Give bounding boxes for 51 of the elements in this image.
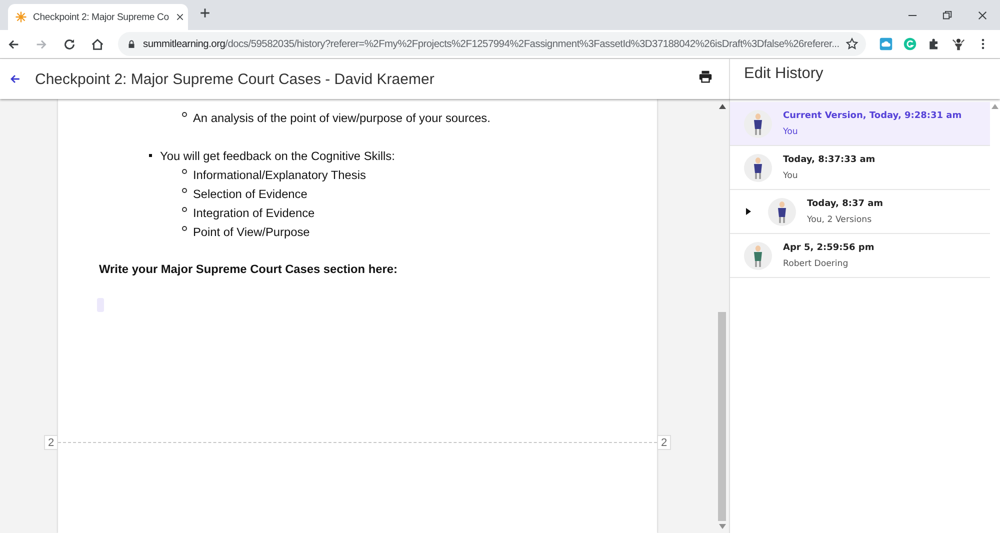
version-time: Apr 5, 2:59:56 pm [783, 242, 874, 252]
version-author: You, 2 Versions [807, 214, 873, 224]
version-author: You [783, 170, 799, 180]
expand-caret-icon[interactable] [746, 208, 751, 215]
bullet-icon [182, 169, 187, 174]
version-item[interactable]: Current Version, Today, 9:28:31 am You [730, 102, 990, 146]
bullet-icon [149, 154, 152, 157]
print-icon[interactable] [698, 69, 713, 84]
version-author: Robert Doering [783, 258, 850, 268]
profile-figure-icon[interactable] [951, 36, 966, 52]
person-avatar-icon [744, 242, 772, 270]
section-heading: Write your Major Supreme Court Cases section here: [99, 262, 398, 276]
person-avatar-icon [768, 198, 796, 226]
version-author: You [783, 126, 799, 136]
version-time: Current Version, Today, 9:28:31 am [783, 110, 962, 120]
person-avatar-icon [744, 154, 772, 182]
restore-icon[interactable] [941, 8, 954, 22]
version-time: Today, 8:37 am [807, 198, 884, 208]
bullet-icon [182, 207, 187, 212]
close-tab-icon[interactable] [174, 12, 185, 22]
lock-icon [126, 38, 137, 50]
home-icon[interactable] [90, 36, 105, 52]
new-tab-icon[interactable] [198, 6, 212, 20]
page-number: 2 [44, 435, 58, 450]
version-time: Today, 8:37:33 am [783, 154, 876, 164]
page-number: 2 [657, 435, 671, 450]
scroll-up-icon[interactable] [718, 104, 726, 109]
list-item-text: You will get feedback on the Cognitive Skills: [160, 148, 395, 162]
panel-title: Edit History [744, 65, 824, 83]
browser-tab[interactable]: Checkpoint 2: Major Supreme Co [8, 4, 188, 30]
bullet-icon [182, 112, 187, 117]
person-avatar-icon [744, 110, 772, 138]
close-icon[interactable] [976, 8, 989, 22]
version-item[interactable]: Apr 5, 2:59:56 pm Robert Doering [730, 234, 990, 278]
bullet-icon [182, 188, 187, 193]
list-item-text: Point of View/Purpose [193, 224, 310, 238]
list-item-text: Integration of Evidence [193, 206, 315, 220]
document-title: Checkpoint 2: Major Supreme Court Cases - David Kraemer [35, 70, 434, 88]
bookmark-star-icon[interactable] [845, 37, 860, 51]
list-item-text: Informational/Explanatory Thesis [193, 168, 366, 182]
site-icon [15, 11, 27, 23]
bullet-icon [182, 226, 187, 231]
version-item[interactable]: Today, 8:37:33 am You [730, 146, 990, 190]
scroll-down-icon[interactable] [718, 524, 726, 529]
list-item-text: Selection of Evidence [193, 186, 308, 200]
list-item-text: An analysis of the point of view/purpose of your sources. [193, 110, 490, 124]
address-bar[interactable]: summitlearning.org/docs/59582035/history?referer=%2Fmy%2Fprojects%2F1257994%2Fassignment%3FassetId%3D37188042%26isDraft%3Dfalse%26referer... [118, 32, 866, 56]
version-item[interactable]: Today, 8:37 am You, 2 Versions [730, 190, 990, 234]
reload-icon[interactable] [62, 36, 77, 52]
cloud-extension-icon[interactable] [879, 37, 893, 51]
scrollbar-thumb[interactable] [718, 312, 726, 521]
